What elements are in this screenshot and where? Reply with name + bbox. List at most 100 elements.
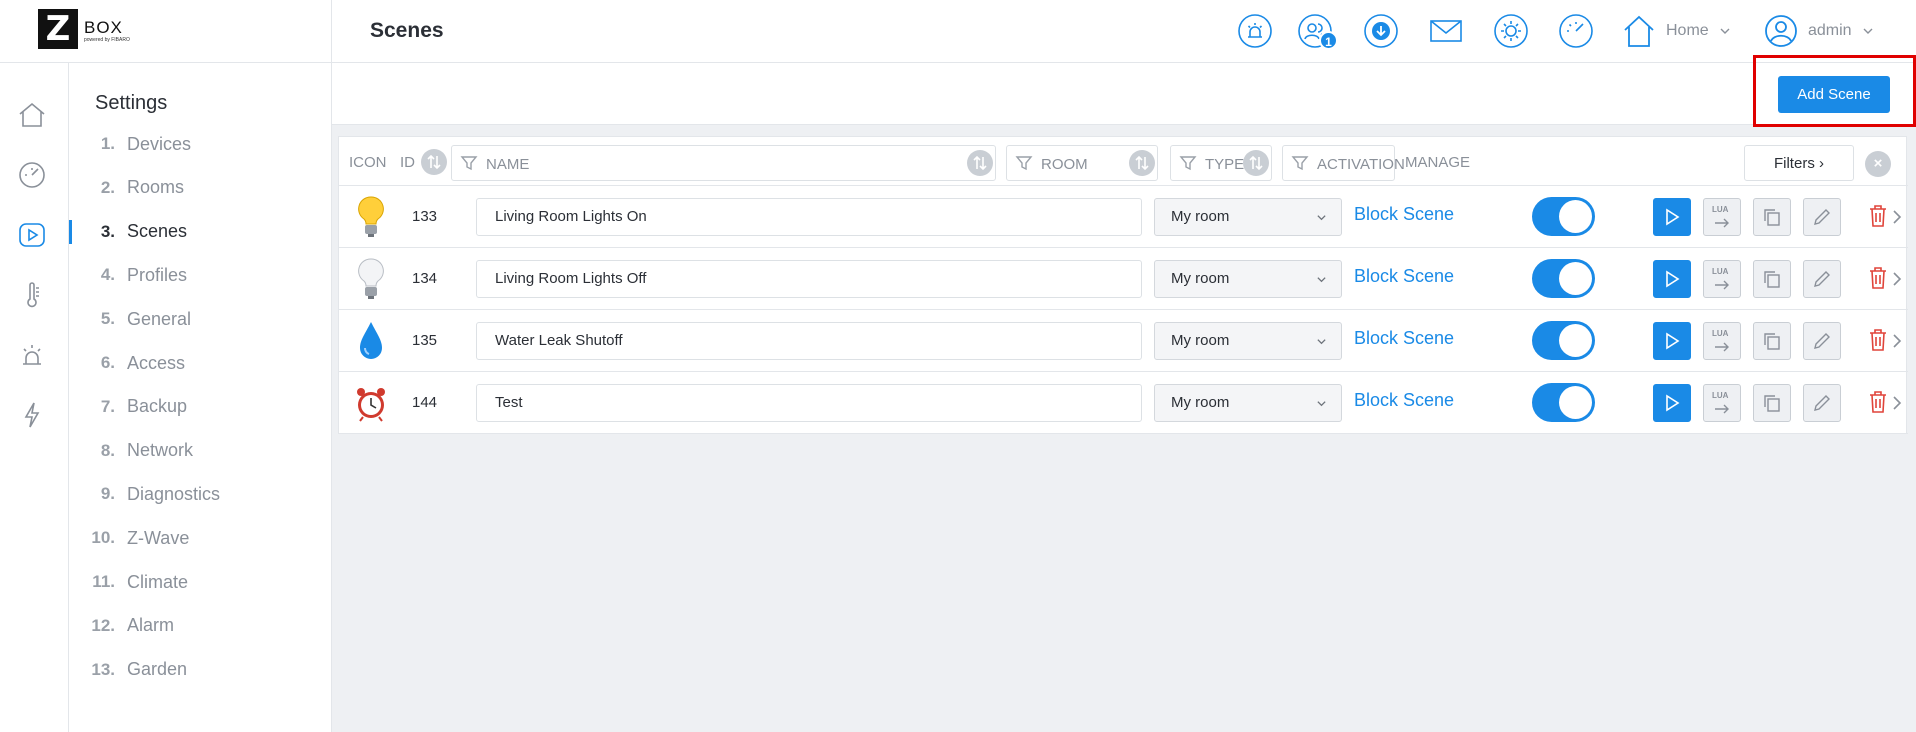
settings-item-diagnostics[interactable]: 9. Diagnostics xyxy=(69,476,332,512)
sort-type-icon[interactable] xyxy=(1243,150,1269,176)
trash-icon[interactable] xyxy=(1867,327,1889,353)
settings-item-network[interactable]: 8. Network xyxy=(69,433,332,469)
activation-toggle[interactable] xyxy=(1532,383,1595,422)
chevron-right-icon[interactable] xyxy=(1890,270,1904,288)
chevron-right-icon[interactable] xyxy=(1890,332,1904,350)
convert-to-lua-button[interactable]: LUA xyxy=(1703,384,1741,422)
settings-item-access[interactable]: 6. Access xyxy=(69,345,332,381)
pencil-icon xyxy=(1814,271,1830,287)
clear-filters-button[interactable]: × xyxy=(1865,151,1891,177)
settings-item-rooms[interactable]: 2. Rooms xyxy=(69,170,332,206)
settings-item-scenes[interactable]: 3. Scenes xyxy=(69,214,332,250)
settings-item-label: Scenes xyxy=(127,221,188,242)
room-select[interactable]: My room xyxy=(1154,384,1342,422)
settings-item-garden[interactable]: 13. Garden xyxy=(69,652,332,688)
scenes-table: ICON ID NAME ROOM TYPE ACTIVATION MANAGE… xyxy=(338,136,1908,434)
sort-id-icon[interactable] xyxy=(421,149,447,175)
settings-item-label: Access xyxy=(127,352,186,373)
room-value: My room xyxy=(1171,270,1230,287)
room-filter[interactable]: ROOM xyxy=(1006,145,1158,181)
edit-scene-button[interactable] xyxy=(1803,322,1841,360)
copy-scene-button[interactable] xyxy=(1753,384,1791,422)
table-row[interactable]: 134 Living Room Lights Off My room Block Sc… xyxy=(339,248,1908,310)
scene-type-link[interactable]: Block Scene xyxy=(1354,204,1454,225)
play-icon xyxy=(1666,270,1680,288)
copy-scene-button[interactable] xyxy=(1753,260,1791,298)
type-filter[interactable]: TYPE xyxy=(1170,145,1272,181)
thermometer-icon[interactable] xyxy=(17,280,47,310)
room-select[interactable]: My room xyxy=(1154,260,1342,298)
chevron-down-icon xyxy=(1317,339,1326,345)
table-row[interactable]: 144 Test My room Block Scene LUA xyxy=(339,372,1908,434)
activation-toggle[interactable] xyxy=(1532,197,1595,236)
bulb-on-icon xyxy=(353,194,389,240)
convert-to-lua-button[interactable]: LUA xyxy=(1703,260,1741,298)
name-filter[interactable]: NAME xyxy=(451,145,996,181)
edit-scene-button[interactable] xyxy=(1803,260,1841,298)
scene-name-field[interactable]: Living Room Lights Off xyxy=(476,260,1142,298)
scene-name-field[interactable]: Living Room Lights On xyxy=(476,198,1142,236)
room-select[interactable]: My room xyxy=(1154,322,1342,360)
run-scene-button[interactable] xyxy=(1653,198,1691,236)
logo[interactable]: Z BOX powered by FIBARO xyxy=(0,0,332,63)
convert-to-lua-button[interactable]: LUA xyxy=(1703,198,1741,236)
alarm-icon[interactable] xyxy=(1237,13,1273,49)
settings-item-z-wave[interactable]: 10. Z-Wave xyxy=(69,520,332,556)
copy-scene-button[interactable] xyxy=(1753,198,1791,236)
user-label: admin xyxy=(1808,22,1852,39)
alarm-clock-icon xyxy=(353,380,389,426)
edit-scene-button[interactable] xyxy=(1803,384,1841,422)
users-icon[interactable]: 1 xyxy=(1297,13,1338,50)
scene-type-link[interactable]: Block Scene xyxy=(1354,390,1454,411)
convert-to-lua-button[interactable]: LUA xyxy=(1703,322,1741,360)
settings-item-profiles[interactable]: 4. Profiles xyxy=(69,257,332,293)
home-selector[interactable]: Home xyxy=(1622,11,1731,51)
add-scene-button[interactable]: Add Scene xyxy=(1778,76,1890,113)
settings-item-alarm[interactable]: 12. Alarm xyxy=(69,608,332,644)
chevron-right-icon[interactable] xyxy=(1890,208,1904,226)
scene-type-link[interactable]: Block Scene xyxy=(1354,266,1454,287)
activation-filter[interactable]: ACTIVATION xyxy=(1282,145,1405,181)
name-column-header: NAME xyxy=(486,156,530,173)
sort-room-icon[interactable] xyxy=(1129,150,1155,176)
trash-icon[interactable] xyxy=(1867,265,1889,291)
settings-item-backup[interactable]: 7. Backup xyxy=(69,389,332,425)
room-select[interactable]: My room xyxy=(1154,198,1342,236)
activation-toggle[interactable] xyxy=(1532,321,1595,360)
trash-icon[interactable] xyxy=(1867,203,1889,229)
copy-scene-button[interactable] xyxy=(1753,322,1791,360)
scene-name-field[interactable]: Test xyxy=(476,384,1142,422)
run-scene-button[interactable] xyxy=(1653,384,1691,422)
play-icon[interactable] xyxy=(17,220,47,250)
settings-item-climate[interactable]: 11. Climate xyxy=(69,564,332,600)
alarm-icon[interactable] xyxy=(17,340,47,370)
chevron-right-icon[interactable] xyxy=(1890,394,1904,412)
activation-toggle[interactable] xyxy=(1532,259,1595,298)
table-row[interactable]: 135 Water Leak Shutoff My room Block Scene L… xyxy=(339,310,1908,372)
mail-icon[interactable] xyxy=(1428,13,1464,49)
run-scene-button[interactable] xyxy=(1653,260,1691,298)
sort-name-icon[interactable] xyxy=(967,150,993,176)
settings-item-label: Alarm xyxy=(127,615,175,636)
filters-button[interactable]: Filters › xyxy=(1744,145,1854,181)
scene-type-link[interactable]: Block Scene xyxy=(1354,328,1454,349)
settings-item-label: Profiles xyxy=(127,264,188,285)
trash-icon[interactable] xyxy=(1867,389,1889,415)
bolt-icon[interactable] xyxy=(17,400,47,430)
arrow-right-icon xyxy=(1715,280,1729,290)
run-scene-button[interactable] xyxy=(1653,322,1691,360)
download-icon[interactable] xyxy=(1363,13,1399,49)
settings-item-devices[interactable]: 1. Devices xyxy=(69,126,332,162)
id-column-header: ID xyxy=(400,154,415,171)
sun-icon[interactable] xyxy=(1493,13,1529,49)
settings-item-general[interactable]: 5. General xyxy=(69,301,332,337)
gauge-icon[interactable] xyxy=(1558,13,1594,49)
home-icon[interactable] xyxy=(17,100,47,130)
scene-name-field[interactable]: Water Leak Shutoff xyxy=(476,322,1142,360)
user-menu[interactable]: admin xyxy=(1764,11,1874,51)
table-row[interactable]: 133 Living Room Lights On My room Block Sce… xyxy=(339,186,1908,248)
gauge-icon[interactable] xyxy=(17,160,47,190)
scene-id: 133 xyxy=(412,208,438,225)
edit-scene-button[interactable] xyxy=(1803,198,1841,236)
user-avatar-icon xyxy=(1765,15,1797,47)
